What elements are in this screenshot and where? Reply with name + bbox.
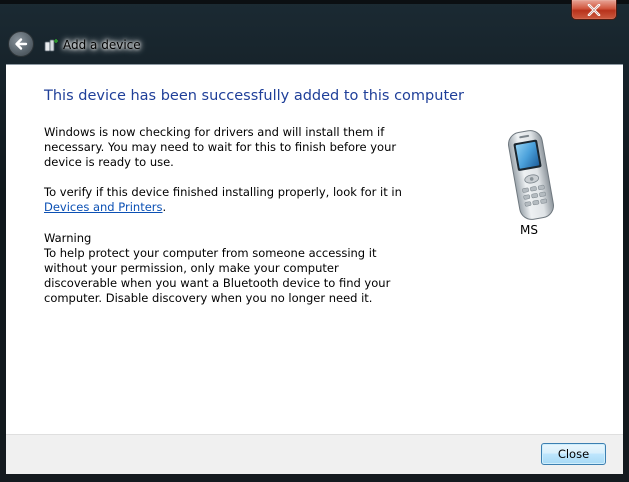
device-name: MS [520, 223, 538, 237]
window-close-button[interactable] [571, 0, 617, 20]
back-button[interactable] [8, 31, 34, 57]
page-heading: This device has been successfully added … [44, 88, 465, 104]
close-button[interactable]: Close [541, 443, 606, 465]
wizard-content: This device has been successfully added … [6, 64, 623, 434]
window-frame: Add a device This device has been succes… [0, 0, 629, 482]
add-device-icon [44, 39, 58, 52]
wizard-title: Add a device [63, 38, 141, 52]
verify-text-prefix: To verify if this device finished instal… [44, 185, 402, 199]
verify-text-suffix: . [162, 200, 167, 214]
devices-and-printers-link[interactable]: Devices and Printers [44, 200, 163, 214]
wizard-footer: Close [6, 434, 623, 474]
warning-heading: Warning [44, 231, 92, 245]
driver-status-text: Windows is now checking for drivers and … [44, 125, 397, 169]
warning-text: To help protect your computer from someo… [44, 246, 391, 305]
wizard-navigation-bar: Add a device [6, 28, 623, 64]
close-icon [587, 3, 601, 16]
title-bar-strip [0, 0, 629, 4]
verify-text: To verify if this device finished instal… [44, 185, 414, 215]
mobile-phone-icon [508, 130, 554, 220]
back-arrow-icon [15, 38, 28, 50]
